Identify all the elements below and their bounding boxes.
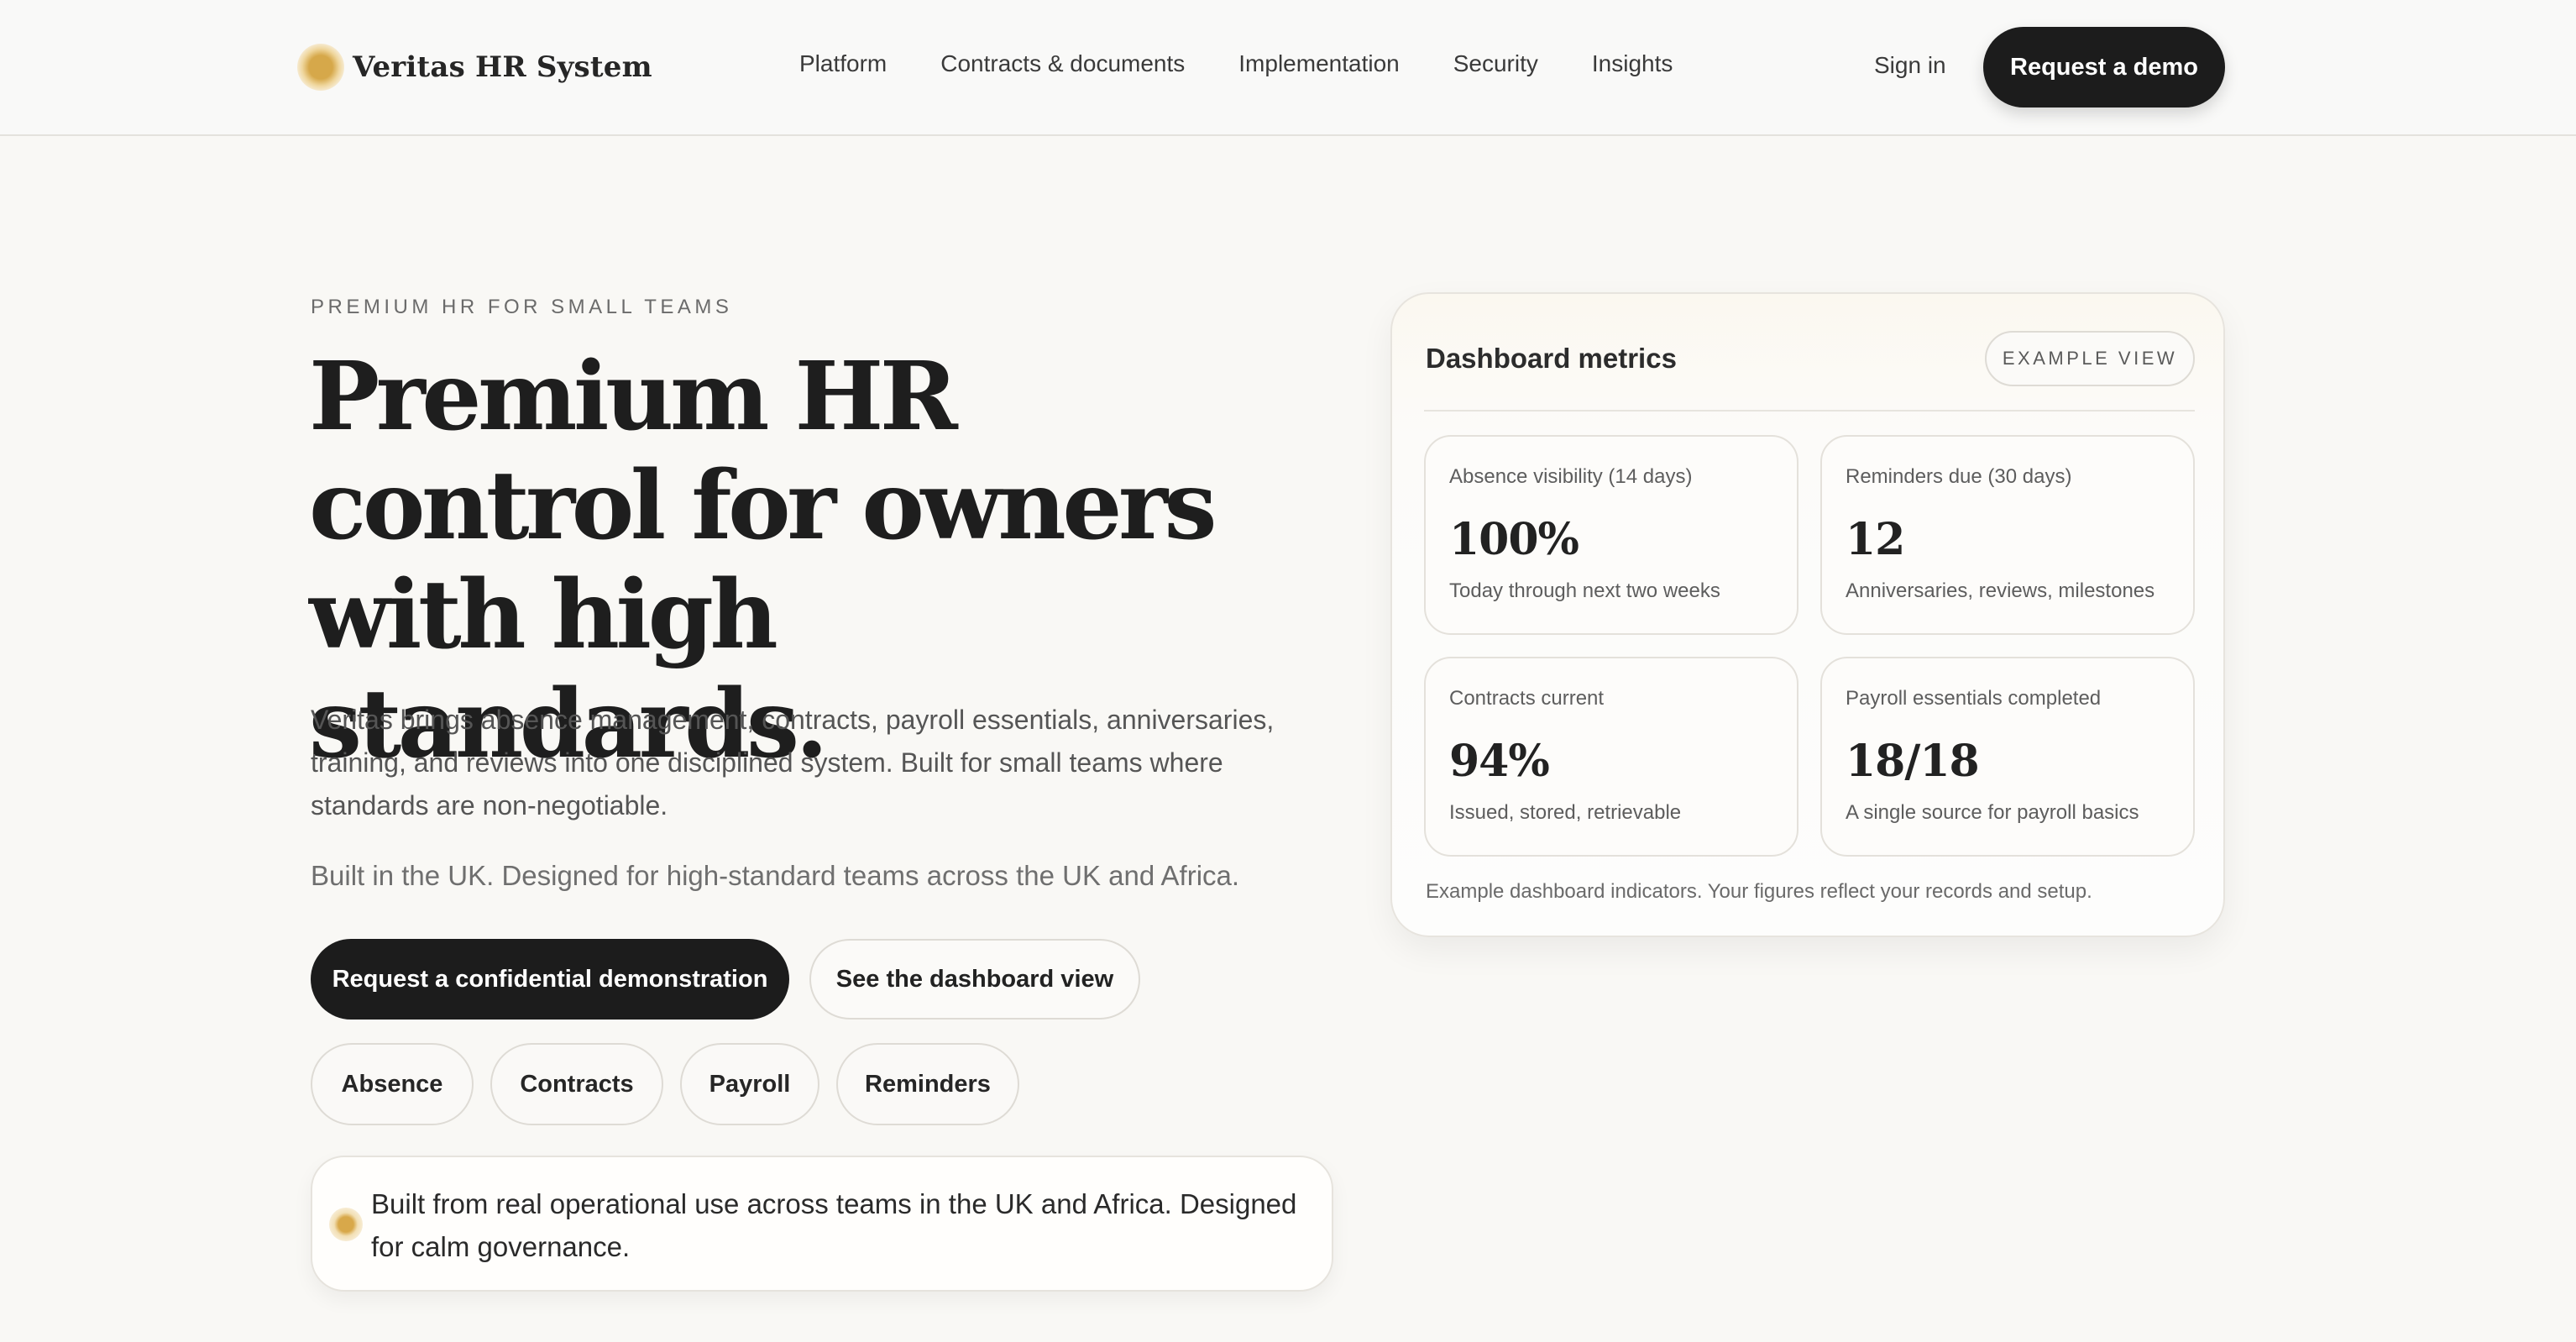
request-demo-button[interactable]: Request a demo bbox=[1983, 27, 2225, 107]
chip-absence[interactable]: Absence bbox=[311, 1043, 474, 1125]
brand-logo[interactable]: Veritas HR System bbox=[297, 42, 652, 92]
chip-payroll[interactable]: Payroll bbox=[680, 1043, 819, 1125]
trust-note: Built from real operational use across t… bbox=[311, 1156, 1333, 1292]
metric-absence-visibility: Absence visibility (14 days) 100% Today … bbox=[1424, 435, 1798, 635]
metric-value: 18/18 bbox=[1846, 736, 1980, 787]
metric-label: Contracts current bbox=[1449, 687, 1605, 710]
brand-mark-icon bbox=[297, 44, 344, 91]
chip-contracts[interactable]: Contracts bbox=[490, 1043, 663, 1125]
metric-subtext: Today through next two weeks bbox=[1449, 579, 1720, 602]
metric-value: 94% bbox=[1449, 736, 1550, 787]
see-dashboard-button[interactable]: See the dashboard view bbox=[809, 939, 1140, 1020]
card-divider bbox=[1424, 410, 2195, 412]
dashboard-metrics-card: Dashboard metrics EXAMPLE VIEW Absence v… bbox=[1390, 292, 2225, 937]
metric-reminders-due: Reminders due (30 days) 12 Anniversaries… bbox=[1820, 435, 2195, 635]
hero-description: Veritas brings absence management, contr… bbox=[311, 705, 1275, 820]
metric-subtext: Issued, stored, retrievable bbox=[1449, 801, 1682, 824]
nav-item-contracts-documents[interactable]: Contracts & documents bbox=[940, 50, 1185, 77]
gold-dot-icon bbox=[329, 1208, 363, 1241]
example-view-badge: EXAMPLE VIEW bbox=[1985, 331, 2195, 386]
dashboard-title: Dashboard metrics bbox=[1426, 343, 1677, 374]
site-header: Veritas HR System Platform Contracts & d… bbox=[0, 0, 2576, 136]
landing-page: Veritas HR System Platform Contracts & d… bbox=[0, 0, 2576, 1342]
metric-label: Absence visibility (14 days) bbox=[1449, 465, 1693, 488]
hero-eyebrow: PREMIUM HR FOR SMALL TEAMS bbox=[311, 296, 733, 318]
metric-value: 12 bbox=[1846, 514, 1905, 565]
sign-in-link[interactable]: Sign in bbox=[1874, 52, 1946, 79]
nav-item-platform[interactable]: Platform bbox=[799, 50, 887, 77]
hero-subtext: Built in the UK. Designed for high-stand… bbox=[311, 860, 1240, 891]
metric-value: 100% bbox=[1449, 514, 1579, 565]
metric-subtext: A single source for payroll basics bbox=[1846, 801, 2139, 824]
metric-contracts-current: Contracts current 94% Issued, stored, re… bbox=[1424, 657, 1798, 857]
trust-note-text: Built from real operational use across t… bbox=[371, 1188, 1297, 1262]
nav-item-implementation[interactable]: Implementation bbox=[1238, 50, 1399, 77]
feature-chips: Absence Contracts Payroll Reminders bbox=[311, 1043, 1019, 1125]
metric-label: Reminders due (30 days) bbox=[1846, 465, 2072, 488]
metric-subtext: Anniversaries, reviews, milestones bbox=[1846, 579, 2155, 602]
main-nav: Platform Contracts & documents Implement… bbox=[799, 50, 1673, 77]
dashboard-footnote: Example dashboard indicators. Your figur… bbox=[1426, 880, 2092, 903]
request-confidential-demo-button[interactable]: Request a confidential demonstration bbox=[311, 939, 789, 1020]
nav-item-security[interactable]: Security bbox=[1453, 50, 1538, 77]
metric-payroll-essentials: Payroll essentials completed 18/18 A sin… bbox=[1820, 657, 2195, 857]
brand-name: Veritas HR System bbox=[353, 50, 652, 84]
nav-item-insights[interactable]: Insights bbox=[1592, 50, 1673, 77]
chip-reminders[interactable]: Reminders bbox=[836, 1043, 1019, 1125]
metric-label: Payroll essentials completed bbox=[1846, 687, 2102, 710]
